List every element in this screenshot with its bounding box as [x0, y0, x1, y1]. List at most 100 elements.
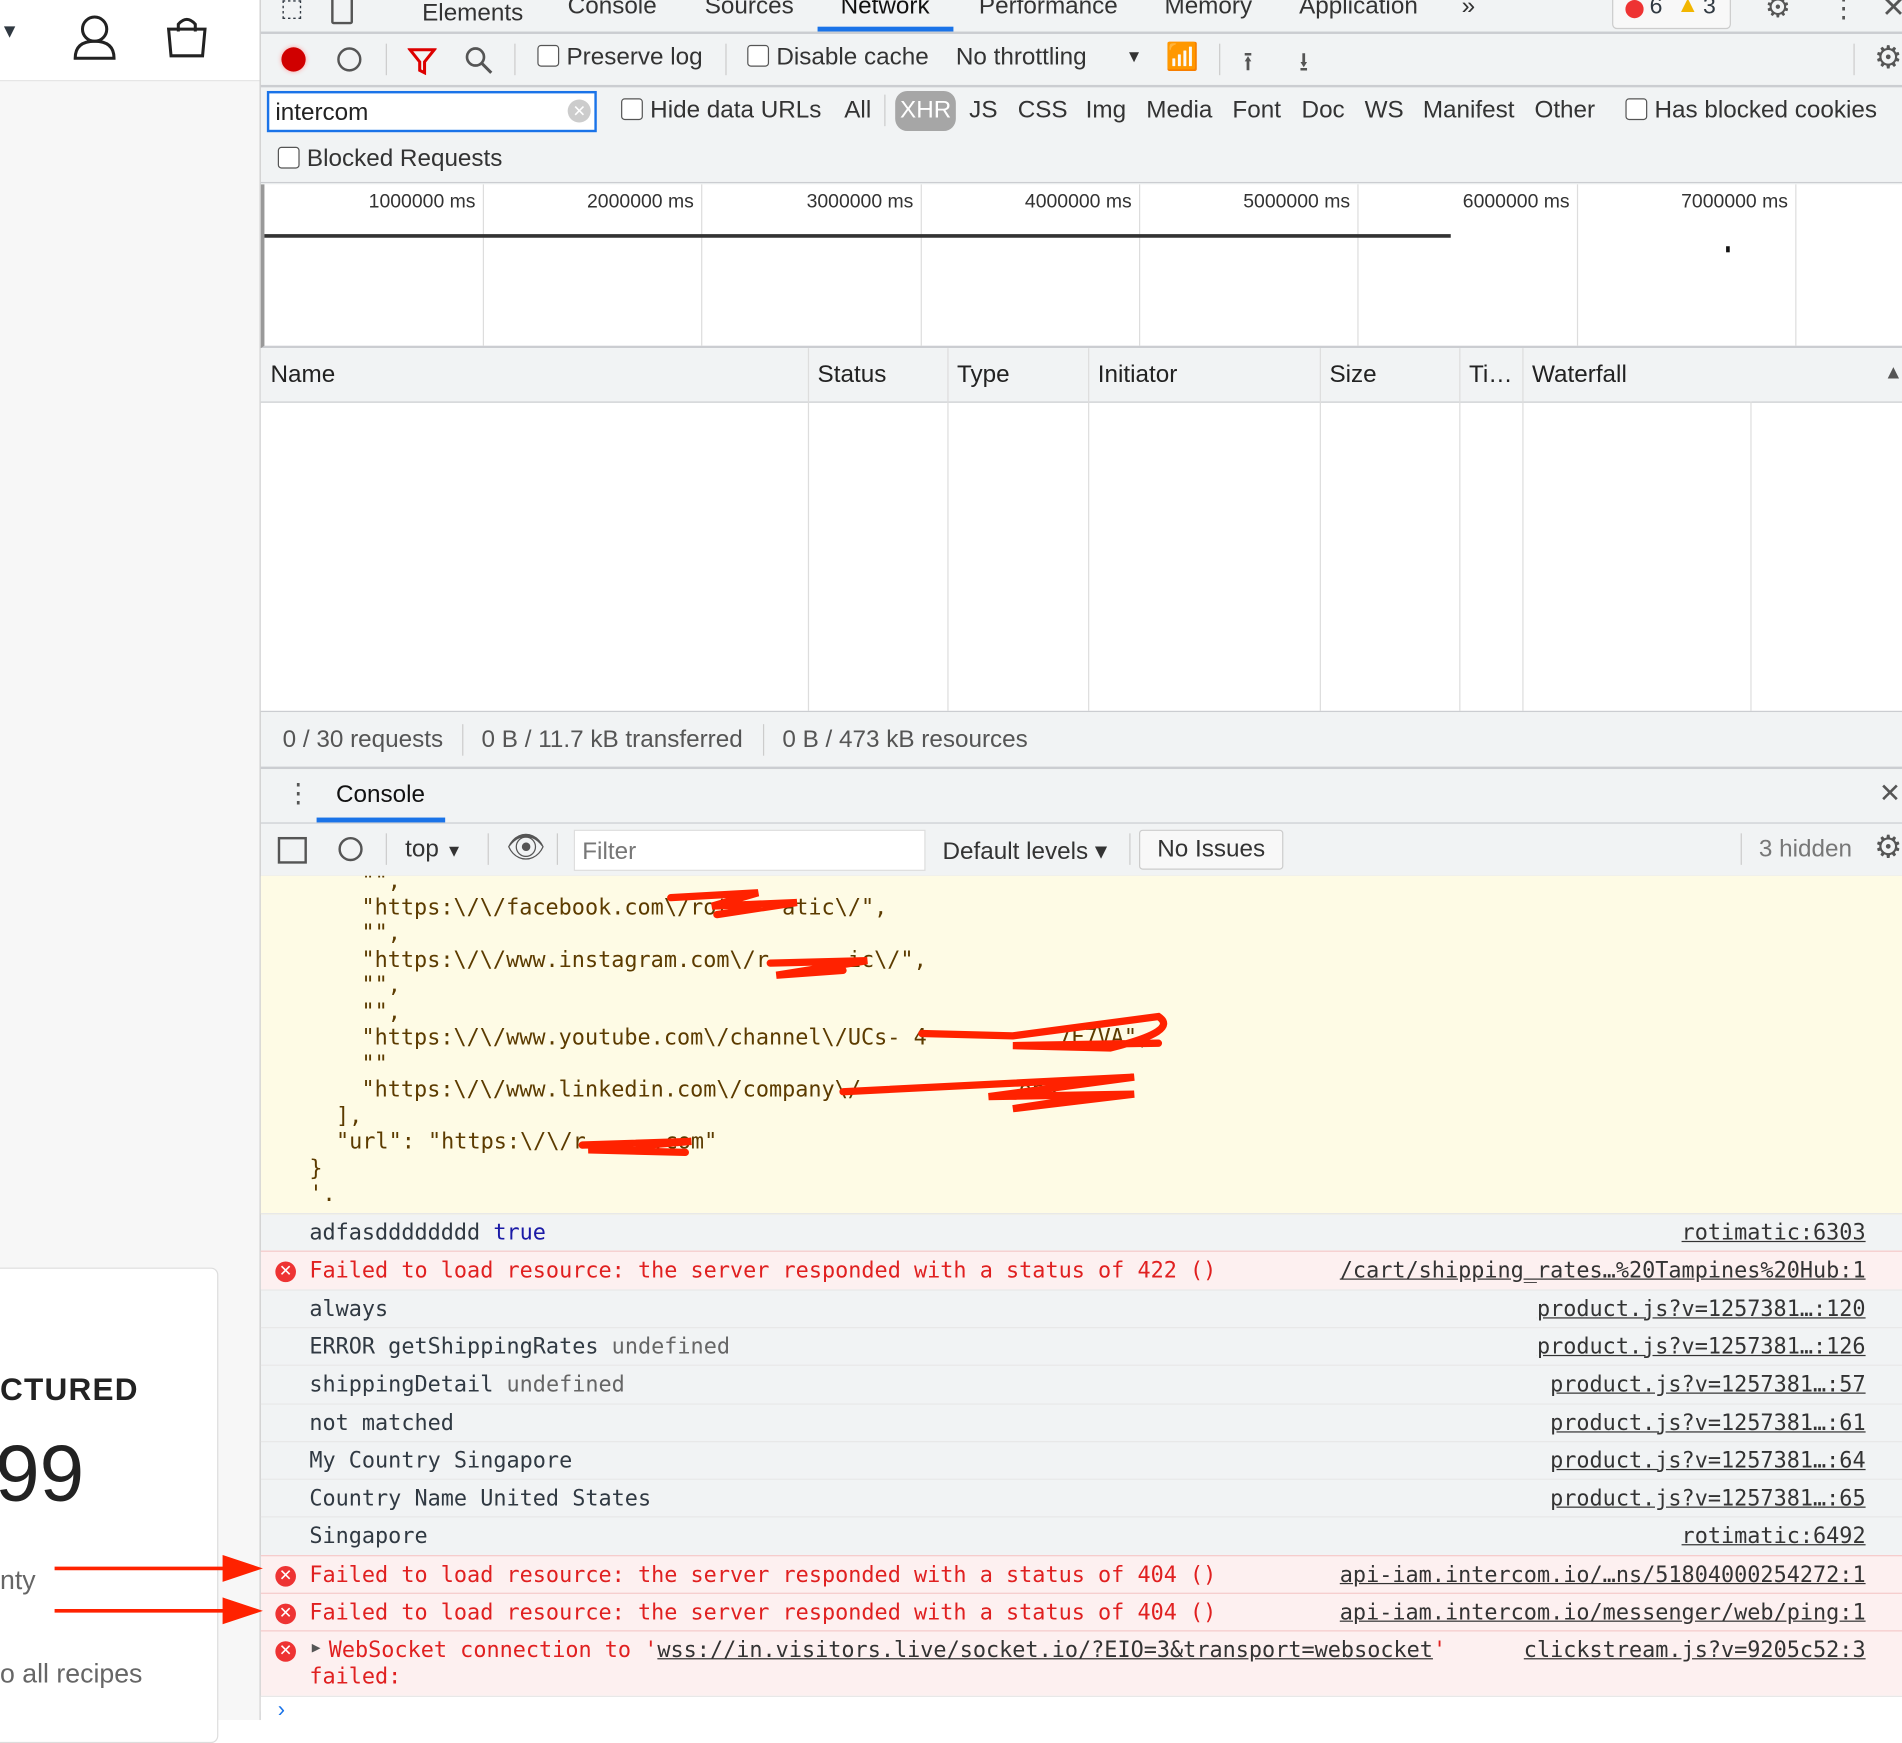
clear-icon[interactable]	[337, 47, 362, 72]
source-link[interactable]: product.js?v=1257381…:120	[1537, 1296, 1866, 1321]
message-text: failed:	[309, 1664, 402, 1691]
tab-memory[interactable]: Memory	[1164, 0, 1252, 21]
type-filter-img[interactable]: Img	[1086, 97, 1126, 125]
message-text: not matched	[309, 1410, 454, 1436]
source-link[interactable]: /cart/shipping_rates…%20Tampines%20Hub:1	[1340, 1258, 1866, 1283]
shopping-bag-icon[interactable]	[165, 15, 209, 59]
source-link[interactable]: product.js?v=1257381…:65	[1550, 1486, 1865, 1511]
export-har-icon[interactable]: ⭳	[1299, 41, 1308, 87]
console-message: not matched product.js?v=1257381…:61	[260, 1402, 1902, 1442]
has-blocked-cookies-checkbox[interactable]: Has blocked cookies	[1625, 97, 1877, 125]
type-filter-other[interactable]: Other	[1534, 97, 1595, 125]
warning-count: 3	[1703, 0, 1716, 20]
source-link[interactable]: clickstream.js?v=9205c52:3	[1524, 1638, 1866, 1663]
timeline-tick-label: 1000000 ms	[368, 191, 476, 213]
disable-cache-checkbox[interactable]: Disable cache	[747, 44, 929, 72]
device-toolbar-icon[interactable]	[331, 0, 353, 25]
drawer-tab-console[interactable]: Console	[336, 781, 425, 809]
column-header-status[interactable]: Status	[818, 361, 887, 389]
source-link[interactable]: product.js?v=1257381…:61	[1550, 1410, 1865, 1435]
message-text: shippingDetail	[309, 1372, 494, 1398]
settings-gear-icon[interactable]: ⚙	[1765, 0, 1791, 25]
type-filter-all[interactable]: All	[844, 97, 871, 125]
sidebar-toggle-icon[interactable]	[277, 836, 307, 864]
network-status-bar: 0 / 30 requests 0 B / 11.7 kB transferre…	[260, 710, 1902, 770]
context-select[interactable]: top ▼	[405, 836, 462, 864]
transferred-size: 0 B / 11.7 kB transferred	[481, 726, 743, 754]
source-link[interactable]: api-iam.intercom.io/…ns/51804000254272:1	[1340, 1562, 1866, 1587]
throttling-select[interactable]: No throttling ▼	[956, 44, 1144, 72]
import-har-icon[interactable]: ⭱	[1243, 41, 1252, 87]
preserve-log-label: Preserve log	[566, 43, 703, 71]
inspect-element-icon[interactable]: ⬚	[280, 0, 303, 23]
live-expression-eye-icon[interactable]: 👁	[506, 828, 546, 866]
column-header-type[interactable]: Type	[957, 361, 1010, 389]
hidden-count: 3 hidden	[1758, 835, 1852, 863]
console-settings-icon[interactable]: ⚙	[1874, 828, 1902, 866]
message-text: Country Name United States	[309, 1486, 652, 1512]
type-filter-js[interactable]: JS	[969, 97, 997, 125]
source-link[interactable]: product.js?v=1257381…:57	[1550, 1372, 1865, 1397]
source-link[interactable]: product.js?v=1257381…:64	[1550, 1448, 1865, 1473]
type-filter-css[interactable]: CSS	[1018, 97, 1068, 125]
close-drawer-icon[interactable]: ✕	[1879, 778, 1901, 810]
tab-elements[interactable]: Elements	[422, 0, 523, 28]
chevron-down-icon: ▼	[1125, 46, 1143, 66]
console-message: shippingDetail undefined product.js?v=125…	[260, 1364, 1902, 1404]
tab-sources[interactable]: Sources	[705, 0, 794, 21]
type-filter-media[interactable]: Media	[1146, 97, 1212, 125]
expand-triangle-icon[interactable]: ▶	[312, 1639, 321, 1656]
network-conditions-icon[interactable]: 📶	[1166, 41, 1199, 73]
dropdown-caret-icon[interactable]: ▼	[0, 22, 19, 44]
console-filter-input[interactable]: Filter	[573, 829, 926, 871]
type-filter-xhr[interactable]: XHR	[895, 90, 957, 132]
column-header-waterfall[interactable]: Waterfall	[1532, 361, 1627, 389]
back-to-recipes-link[interactable]: o all recipes	[0, 1658, 142, 1690]
record-button[interactable]	[281, 47, 306, 72]
annotation-arrows	[54, 1554, 263, 1625]
column-header-ti[interactable]: Ti…	[1469, 361, 1513, 389]
tab-application[interactable]: Application	[1299, 0, 1418, 21]
log-levels-select[interactable]: Default levels ▾	[943, 836, 1108, 866]
source-link[interactable]: api-iam.intercom.io/messenger/web/ping:1	[1340, 1600, 1866, 1625]
type-filter-doc[interactable]: Doc	[1302, 97, 1345, 125]
type-filter-font[interactable]: Font	[1232, 97, 1281, 125]
clear-console-icon[interactable]	[338, 836, 363, 862]
filter-icon[interactable]	[407, 46, 437, 76]
tab-performance[interactable]: Performance	[979, 0, 1118, 21]
timeline-tick-label: 3000000 ms	[806, 191, 914, 213]
source-link[interactable]: rotimatic:6303	[1682, 1220, 1866, 1245]
console-prompt[interactable]: ›	[260, 1695, 1902, 1722]
search-icon[interactable]	[465, 46, 494, 75]
hide-data-urls-checkbox[interactable]: Hide data URLs	[621, 97, 821, 125]
drawer-menu-icon[interactable]: ⋮	[285, 778, 312, 810]
column-header-initiator[interactable]: Initiator	[1098, 361, 1178, 389]
issues-counter[interactable]: 6 ▲ 3	[1612, 0, 1731, 30]
message-text: adfasdddddddd	[309, 1220, 481, 1246]
close-devtools-icon[interactable]: ✕	[1881, 0, 1902, 25]
type-filter-manifest[interactable]: Manifest	[1423, 97, 1515, 125]
blocked-requests-checkbox[interactable]: Blocked Requests	[277, 146, 502, 174]
column-divider	[1459, 348, 1461, 711]
type-filter-ws[interactable]: WS	[1365, 97, 1404, 125]
column-header-name[interactable]: Name	[270, 361, 335, 389]
request-count: 0 / 30 requests	[282, 726, 444, 754]
column-header-size[interactable]: Size	[1329, 361, 1376, 389]
websocket-url-link[interactable]: wss://in.visitors.live/socket.io/?EIO=3&…	[657, 1638, 1433, 1663]
clear-filter-icon[interactable]: ✕	[567, 99, 591, 123]
user-icon[interactable]	[73, 15, 117, 61]
tab-console[interactable]: Console	[568, 0, 657, 21]
webpage: ▼ CTURED 99 nty o all recipes	[0, 0, 260, 1743]
issues-button[interactable]: No Issues	[1139, 829, 1284, 870]
sort-ascending-icon[interactable]: ▲	[1884, 363, 1902, 385]
filter-input[interactable]: intercom ✕	[266, 90, 597, 133]
timeline-overview[interactable]: 1000000 ms 2000000 ms 3000000 ms 4000000 ms…	[260, 184, 1902, 349]
more-options-icon[interactable]: ⋮	[1830, 0, 1857, 24]
more-tabs-button[interactable]: »	[1462, 0, 1475, 21]
drawer-active-indicator	[316, 817, 446, 823]
source-link[interactable]: rotimatic:6492	[1682, 1524, 1866, 1549]
source-link[interactable]: product.js?v=1257381…:126	[1537, 1334, 1866, 1359]
network-settings-icon[interactable]: ⚙	[1874, 39, 1902, 77]
preserve-log-checkbox[interactable]: Preserve log	[537, 43, 703, 72]
tab-network[interactable]: Network	[841, 0, 930, 21]
